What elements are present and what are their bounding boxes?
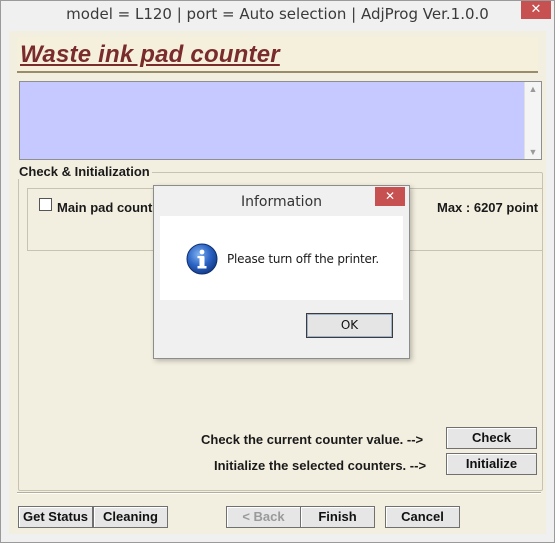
finish-button[interactable]: Finish <box>300 506 375 528</box>
dialog-title: Information <box>240 194 323 210</box>
cleaning-button[interactable]: Cleaning <box>93 506 168 528</box>
window-close-button[interactable]: ✕ <box>521 1 551 19</box>
check-instruction: Check the current counter value. --> <box>201 432 424 447</box>
dialog-message: Please turn off the printer. <box>227 252 379 266</box>
header-bar: Waste ink pad counter <box>17 37 538 73</box>
dialog-close-button[interactable]: ✕ <box>375 187 405 206</box>
back-button[interactable]: < Back <box>226 506 301 528</box>
footer-separator <box>17 492 541 494</box>
information-dialog: Information ✕ Please turn off the printe <box>153 185 410 359</box>
message-scrollbar[interactable]: ▲ ▼ <box>524 82 541 159</box>
info-icon <box>186 243 218 275</box>
main-pad-label: Main pad count <box>57 200 153 215</box>
dialog-title-bar: Information ✕ <box>154 186 409 216</box>
init-instruction: Initialize the selected counters. --> <box>214 458 427 473</box>
dialog-body: Please turn off the printer. <box>160 216 403 300</box>
page-title: Waste ink pad counter <box>20 41 280 68</box>
max-count-label: Max : 6207 point <box>437 200 539 215</box>
initialize-button[interactable]: Initialize <box>446 453 537 475</box>
scroll-down-icon[interactable]: ▼ <box>525 145 541 159</box>
group-title: Check & Initialization <box>17 164 152 179</box>
message-area[interactable]: ▲ ▼ <box>19 81 542 160</box>
check-button[interactable]: Check <box>446 427 537 449</box>
cancel-button[interactable]: Cancel <box>385 506 460 528</box>
get-status-button[interactable]: Get Status <box>18 506 93 528</box>
window-title: model = L120 | port = Auto selection | A… <box>66 5 489 23</box>
title-bar: model = L120 | port = Auto selection | A… <box>1 1 554 29</box>
scroll-up-icon[interactable]: ▲ <box>525 82 541 96</box>
main-pad-checkbox[interactable] <box>39 198 52 211</box>
main-window: model = L120 | port = Auto selection | A… <box>0 0 555 543</box>
ok-button[interactable]: OK <box>306 313 393 338</box>
